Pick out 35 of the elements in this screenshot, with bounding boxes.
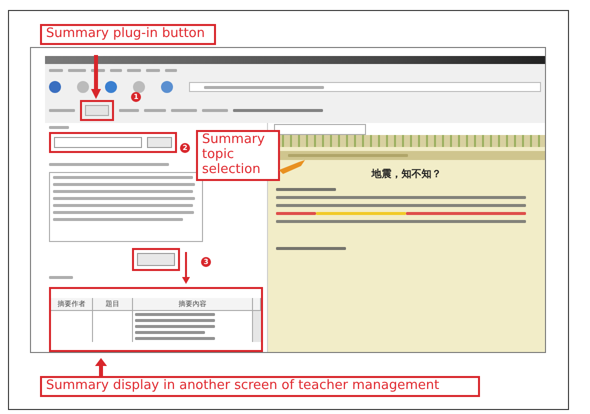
annotation-label: Summary display in another screen of teacher management — [40, 376, 480, 397]
down-arrow — [182, 252, 190, 284]
blurred-text — [49, 68, 63, 72]
blurred-text — [146, 68, 160, 72]
summary-text-area[interactable] — [49, 172, 203, 242]
blurred-text — [276, 188, 336, 191]
browser-tab[interactable] — [274, 124, 366, 134]
blurred-text — [135, 330, 205, 334]
annotation-label: Summary topic selection — [196, 130, 280, 181]
up-arrow — [95, 358, 107, 376]
blurred-text — [276, 247, 346, 250]
pointer-arrow — [279, 160, 305, 176]
blurred-text — [171, 109, 197, 112]
blurred-text — [49, 109, 75, 112]
toolbar-icon[interactable] — [161, 81, 173, 93]
summary-plugin-button[interactable] — [85, 105, 109, 116]
scrollbar[interactable] — [253, 310, 261, 342]
blurred-text — [202, 109, 228, 112]
blurred-text — [127, 68, 141, 72]
toolbar-icon[interactable] — [105, 81, 117, 93]
annotation-label: Summary plug-in button — [40, 24, 216, 45]
topic-dropdown[interactable] — [54, 137, 142, 148]
address-field[interactable] — [189, 82, 541, 92]
blurred-text — [119, 109, 139, 112]
toolbar-icon[interactable] — [133, 81, 145, 93]
blurred-text — [68, 68, 86, 72]
blurred-text — [110, 68, 122, 72]
blurred-text — [49, 276, 73, 279]
toolbar-icon[interactable] — [49, 81, 61, 93]
blurred-text — [144, 109, 166, 112]
confirm-button[interactable] — [146, 137, 172, 148]
article-title: 地震，知不知？ — [372, 168, 442, 181]
create-summary-button[interactable] — [137, 253, 175, 266]
blurred-text — [165, 68, 177, 72]
blurred-text — [49, 126, 69, 129]
